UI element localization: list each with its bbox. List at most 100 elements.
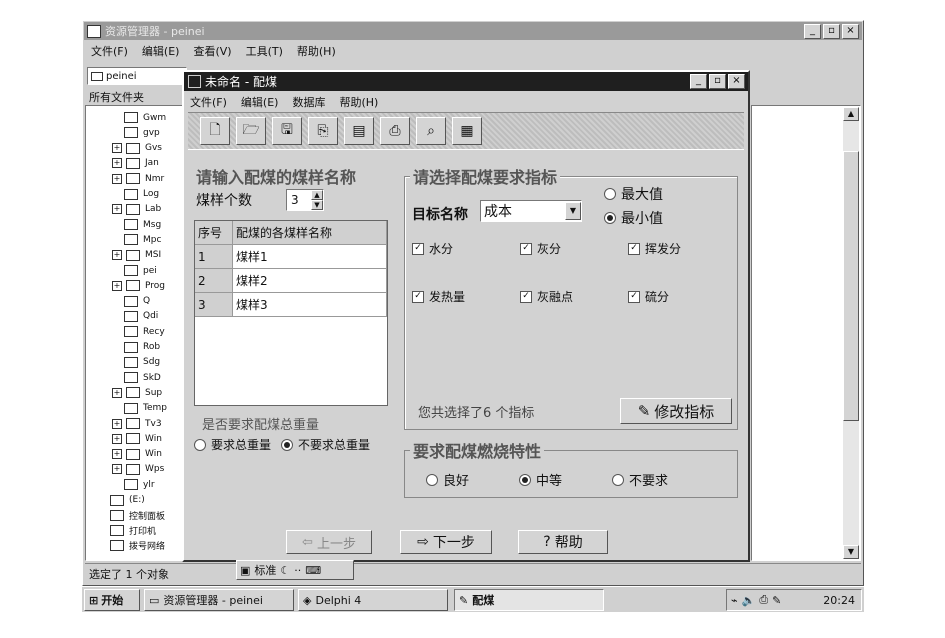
- expand-icon[interactable]: +: [112, 433, 122, 444]
- minimum-radio[interactable]: 最小值: [604, 208, 663, 228]
- chevron-down-icon[interactable]: ▼: [565, 202, 581, 220]
- prev-step-button[interactable]: ⇦ 上一步: [286, 530, 372, 554]
- tree-item[interactable]: Gwm: [112, 110, 166, 125]
- expand-icon[interactable]: +: [112, 280, 122, 291]
- tree-item[interactable]: (E:): [98, 493, 145, 508]
- indicator-volatile[interactable]: ✓ 挥发分: [628, 240, 681, 257]
- print-icon[interactable]: ⎙: [380, 117, 410, 145]
- maximum-radio[interactable]: 最大值: [604, 184, 663, 204]
- scroll-up-icon[interactable]: ▲: [843, 107, 859, 121]
- expand-icon[interactable]: +: [112, 204, 122, 215]
- count-spinner[interactable]: 3 ▲ ▼: [286, 189, 324, 211]
- scroll-down-icon[interactable]: ▼: [843, 545, 859, 559]
- expand-icon[interactable]: +: [112, 250, 122, 261]
- explorer-minimize-button[interactable]: _: [804, 23, 821, 39]
- weight-required-radio[interactable]: 要求总重量: [194, 436, 271, 453]
- explorer-menu-tools[interactable]: 工具(T): [246, 43, 283, 59]
- task-delphi[interactable]: ◈ Delphi 4: [298, 589, 448, 611]
- tray-pen-icon[interactable]: ✎: [772, 594, 781, 607]
- explorer-menu-file[interactable]: 文件(F): [91, 43, 128, 59]
- grid-row-no[interactable]: 2: [195, 269, 233, 293]
- dialog-maximize-button[interactable]: ▫: [709, 74, 726, 89]
- explorer-menu-view[interactable]: 查看(V): [193, 43, 231, 59]
- tree-item[interactable]: Qdi: [112, 309, 158, 324]
- start-button[interactable]: ⊞ 开始: [84, 589, 140, 611]
- indicator-sulfur[interactable]: ✓ 硫分: [628, 288, 669, 305]
- dialog-close-button[interactable]: ×: [728, 74, 745, 89]
- tree-item[interactable]: + Sup: [112, 385, 162, 400]
- dialog-menu-help[interactable]: 帮助(H): [339, 94, 378, 110]
- tree-item[interactable]: 控制面板: [98, 508, 165, 523]
- combustion-none-radio[interactable]: 不要求: [612, 470, 668, 489]
- modify-indicator-button[interactable]: ✎ 修改指标: [620, 398, 732, 424]
- tree-item[interactable]: + Prog: [112, 278, 165, 293]
- dialog-menu-file[interactable]: 文件(F): [190, 94, 227, 110]
- tree-item[interactable]: ylr: [112, 477, 155, 492]
- combustion-good-radio[interactable]: 良好: [426, 470, 469, 489]
- new-file-icon[interactable]: 🗋: [200, 117, 230, 145]
- spinner-up-icon[interactable]: ▲: [311, 190, 323, 200]
- explorer-scrollbar[interactable]: ▲ ▼: [843, 107, 859, 559]
- dialog-titlebar[interactable]: 未命名 - 配煤 _ ▫ ×: [184, 72, 748, 91]
- next-step-button[interactable]: ⇨ 下一步: [400, 530, 492, 554]
- target-select[interactable]: 成本 ▼: [480, 200, 582, 222]
- tray-printer-icon[interactable]: ⎙: [759, 593, 768, 607]
- calculator-icon[interactable]: ▦: [452, 117, 482, 145]
- indicator-ash[interactable]: ✓ 灰分: [520, 240, 561, 257]
- grid-row-name[interactable]: 煤样1: [233, 245, 387, 269]
- tree-item[interactable]: pei: [112, 263, 157, 278]
- tree-item[interactable]: Mpc: [112, 232, 161, 247]
- expand-icon[interactable]: +: [112, 464, 122, 475]
- grid-row-name[interactable]: 煤样2: [233, 269, 387, 293]
- expand-icon[interactable]: +: [112, 143, 122, 154]
- ime-bar[interactable]: ▣ 标准 ☾ ·· ⌨: [236, 560, 354, 580]
- task-coal-blend[interactable]: ✎ 配煤: [454, 589, 604, 611]
- tree-item[interactable]: 拨号网络: [98, 538, 165, 553]
- explorer-menu-edit[interactable]: 编辑(E): [142, 43, 180, 59]
- dialog-menu-edit[interactable]: 编辑(E): [241, 94, 279, 110]
- dialog-minimize-button[interactable]: _: [690, 74, 707, 89]
- tree-item[interactable]: Log: [112, 187, 159, 202]
- tree-item[interactable]: + MSI: [112, 248, 161, 263]
- dialog-menu-database[interactable]: 数据库: [292, 94, 325, 110]
- expand-icon[interactable]: +: [112, 158, 122, 169]
- copy-icon[interactable]: ⎘: [308, 117, 338, 145]
- database-icon[interactable]: ▤: [344, 117, 374, 145]
- spinner-down-icon[interactable]: ▼: [311, 200, 323, 210]
- grid-row-no[interactable]: 3: [195, 293, 233, 317]
- tree-item[interactable]: + Jan: [112, 156, 159, 171]
- explorer-close-button[interactable]: ×: [842, 23, 859, 39]
- tree-item[interactable]: SkD: [112, 370, 161, 385]
- explorer-menu-help[interactable]: 帮助(H): [297, 43, 336, 59]
- save-icon[interactable]: 🖫: [272, 117, 302, 145]
- tree-item[interactable]: + Win: [112, 431, 162, 446]
- scroll-thumb[interactable]: [843, 151, 859, 421]
- combustion-medium-radio[interactable]: 中等: [519, 470, 562, 489]
- tree-item[interactable]: + Gvs: [112, 141, 162, 156]
- help-button[interactable]: ? 帮助: [518, 530, 608, 554]
- open-file-icon[interactable]: 🗁: [236, 117, 266, 145]
- explorer-titlebar[interactable]: 资源管理器 - peinei _ ▫ ×: [84, 22, 862, 40]
- tree-item[interactable]: + Win: [112, 447, 162, 462]
- expand-icon[interactable]: +: [112, 387, 122, 398]
- grid-row-no[interactable]: 1: [195, 245, 233, 269]
- expand-icon[interactable]: +: [112, 418, 122, 429]
- preview-icon[interactable]: ⌕: [416, 117, 446, 145]
- expand-icon[interactable]: +: [112, 449, 122, 460]
- grid-row-name[interactable]: 煤样3: [233, 293, 387, 317]
- task-explorer[interactable]: ▭ 资源管理器 - peinei: [144, 589, 294, 611]
- indicator-ash-fusion[interactable]: ✓ 灰融点: [520, 288, 573, 305]
- clock[interactable]: 20:24: [823, 594, 855, 607]
- tree-item[interactable]: Rob: [112, 340, 160, 355]
- tray-volume-icon[interactable]: 🔈: [742, 594, 756, 607]
- tree-item[interactable]: Msg: [112, 217, 161, 232]
- tree-item[interactable]: Recy: [112, 324, 165, 339]
- tree-item[interactable]: + Lab: [112, 202, 161, 217]
- tray-network-icon[interactable]: ⌁: [731, 594, 738, 607]
- explorer-address-box[interactable]: peinei: [87, 67, 187, 85]
- tree-item[interactable]: + Nmr: [112, 171, 164, 186]
- tree-item[interactable]: 打印机: [98, 523, 156, 538]
- tree-item[interactable]: Q: [112, 294, 150, 309]
- explorer-maximize-button[interactable]: ▫: [823, 23, 840, 39]
- tree-item[interactable]: + Wps: [112, 462, 164, 477]
